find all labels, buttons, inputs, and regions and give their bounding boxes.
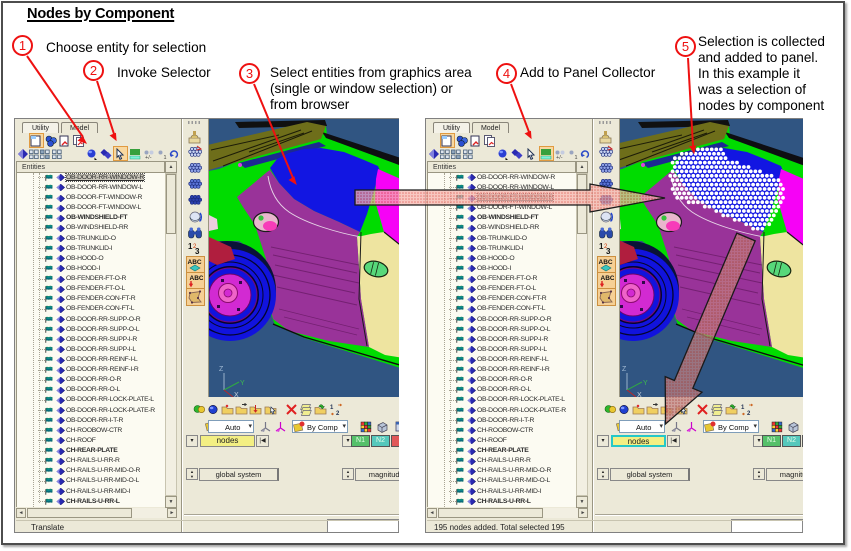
svg-text:1: 1 <box>575 155 578 160</box>
svg-text:1: 1 <box>741 405 745 411</box>
svg-text:Z: Z <box>622 366 627 373</box>
svg-text:2: 2 <box>747 411 751 416</box>
svg-text:1: 1 <box>164 155 167 160</box>
svg-text:3: 3 <box>195 247 200 256</box>
svg-text:ABC: ABC <box>601 275 615 282</box>
svg-text:Z: Z <box>219 366 224 373</box>
svg-text:+/-: +/- <box>556 155 563 160</box>
svg-text:Y: Y <box>240 380 245 387</box>
svg-text:2: 2 <box>336 411 340 416</box>
svg-text:Y: Y <box>643 380 648 387</box>
svg-text:+/-: +/- <box>145 155 152 160</box>
svg-text:1: 1 <box>330 405 334 411</box>
svg-text:ABC: ABC <box>190 275 204 282</box>
svg-text:3: 3 <box>606 247 611 256</box>
